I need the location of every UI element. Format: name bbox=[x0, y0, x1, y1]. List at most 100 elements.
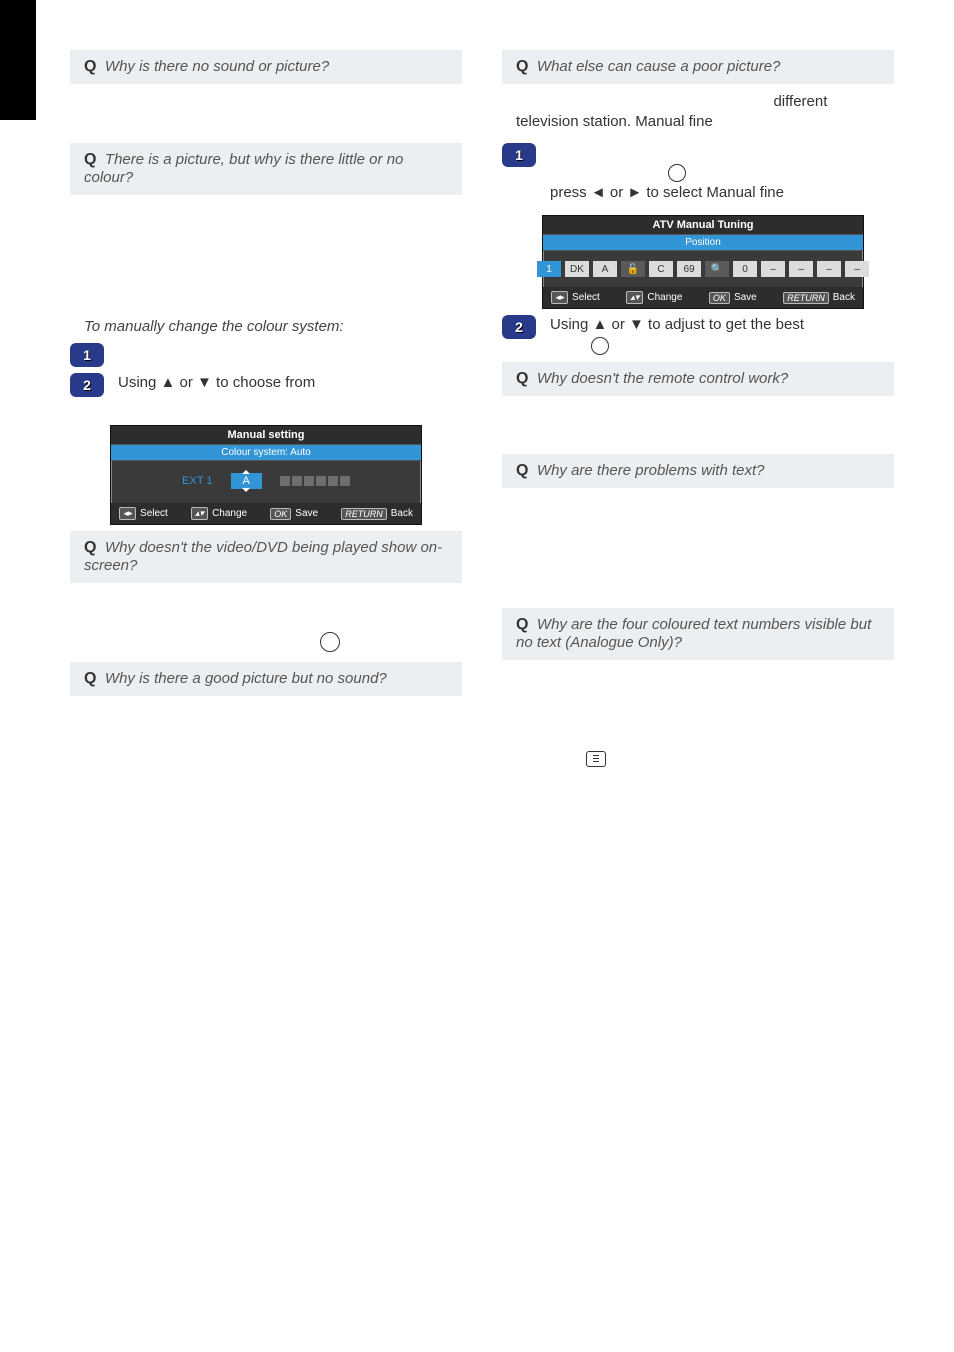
answer-block: A Check all lead connections. Sound may … bbox=[70, 696, 462, 749]
answer-block: A Good performance of text depends on a … bbox=[502, 488, 894, 601]
q-text: What else can cause a poor picture? bbox=[537, 58, 780, 75]
a-label: A bbox=[84, 92, 95, 112]
q-text: Why are the four coloured text numbers v… bbox=[516, 616, 871, 651]
answer-block: A Text has been selected while viewing a… bbox=[502, 660, 894, 773]
cell-band[interactable]: C bbox=[649, 261, 673, 277]
q-text: Why is there a good picture but no sound… bbox=[105, 670, 387, 687]
question-band: Q Why is there no sound or picture? bbox=[70, 50, 462, 84]
answer-text: Check all lead connections. Sound may ha… bbox=[84, 705, 440, 742]
q-label: Q bbox=[516, 462, 528, 480]
manual-setting-dialog: Manual setting Colour system: Auto EXT 1… bbox=[110, 425, 422, 525]
a-label: A bbox=[516, 496, 527, 516]
question-band: Q Why is there a good picture but no sou… bbox=[70, 662, 462, 696]
dialog-subtitle: Position bbox=[543, 235, 863, 251]
cell-system[interactable]: DK bbox=[565, 261, 589, 277]
a-label: A bbox=[84, 203, 95, 223]
question-band: Q Why are the four coloured text numbers… bbox=[502, 608, 894, 660]
q-text: There is a picture, but why is there lit… bbox=[84, 151, 403, 186]
question-band: Q There is a picture, but why is there l… bbox=[70, 143, 462, 195]
ok-icon: OK bbox=[591, 337, 609, 355]
step-row: 2 Using ▲ or ▼ to choose from Auto, PAL,… bbox=[70, 373, 462, 414]
a-label: A bbox=[84, 591, 95, 611]
dialog-subtitle: Colour system: Auto bbox=[111, 445, 421, 461]
footer-change: Change bbox=[647, 292, 682, 303]
step-text: Using ▲ or ▼ to choose from Auto, PAL, S… bbox=[118, 373, 462, 414]
ok-key-icon: OK bbox=[709, 292, 730, 304]
step-row: 2 Using ▲ or ▼ to adjust to get the best… bbox=[502, 315, 894, 356]
question-band: Q Why are there problems with text? bbox=[502, 454, 894, 488]
answer-block: A Check the television is not in standby… bbox=[70, 84, 462, 137]
left-column: Q Why is there no sound or picture? A Ch… bbox=[70, 40, 462, 773]
dialog-title: Manual setting bbox=[111, 426, 421, 445]
footer-select: Select bbox=[572, 292, 600, 303]
footer-back: Back bbox=[833, 292, 855, 303]
dialog-dots bbox=[280, 476, 350, 486]
q-label: Q bbox=[84, 151, 96, 169]
step-number-badge: 1 bbox=[70, 343, 104, 367]
footer-back: Back bbox=[391, 508, 413, 519]
question-band: Q Why doesn't the remote control work? bbox=[502, 362, 894, 396]
dialog-body: 1 DK A 🔓 C 69 🔍 0 – – – – bbox=[543, 251, 863, 287]
answer-text: Text has been selected while viewing an … bbox=[516, 669, 878, 767]
step-text: Using ▲ or ▼ to adjust to get the best p… bbox=[550, 315, 894, 356]
q-label: Q bbox=[84, 539, 96, 557]
q-label: Q bbox=[516, 370, 528, 388]
q-label: Q bbox=[84, 670, 96, 688]
nav-key-icon: ▴▾ bbox=[191, 507, 208, 520]
cell-colour-system[interactable]: A bbox=[593, 261, 617, 277]
answer-text: Check that the batteries are not dead or… bbox=[516, 405, 857, 442]
q-label: Q bbox=[516, 58, 528, 76]
a-label: A bbox=[516, 404, 527, 424]
sub-instruction: To manually change the colour system: bbox=[84, 318, 462, 335]
footer-select: Select bbox=[140, 508, 168, 519]
step-row: 1 From the Setup menu, select Manual set… bbox=[70, 343, 462, 367]
answer-text: Make sure the video recorder or DVD play… bbox=[84, 592, 438, 650]
cell-name[interactable]: – bbox=[761, 261, 785, 277]
question-band: Q What else can cause a poor picture? bbox=[502, 50, 894, 84]
nav-key-icon: ◂▸ bbox=[119, 507, 136, 520]
dialog-footer: ◂▸Select ▴▾Change OKSave RETURNBack bbox=[543, 287, 863, 308]
dialog-footer: ◂▸ Select ▴▾ Change OK Save RETURN Back bbox=[111, 503, 421, 524]
q-label: Q bbox=[516, 616, 528, 634]
dialog-row-label: EXT 1 bbox=[182, 475, 212, 487]
footer-change: Change bbox=[212, 508, 247, 519]
ok-key-icon: OK bbox=[270, 508, 291, 520]
step-text: Select the ATV Manual Tuning menu. Highl… bbox=[550, 143, 894, 204]
ok-icon: OK bbox=[668, 164, 686, 182]
answer-block: A Interference or a weak signal. Try a d… bbox=[502, 84, 894, 137]
nav-key-icon: ▴▾ bbox=[626, 291, 643, 304]
a-label: A bbox=[516, 668, 527, 688]
cell-name[interactable]: – bbox=[789, 261, 813, 277]
q-text: Why doesn't the video/DVD being played s… bbox=[84, 539, 442, 574]
cell-search-icon[interactable]: 🔍 bbox=[705, 261, 729, 277]
q-text: Why is there no sound or picture? bbox=[105, 58, 329, 75]
step-text: From the Setup menu, select Manual setti… bbox=[118, 343, 462, 363]
cell-lock-icon[interactable]: 🔓 bbox=[621, 261, 645, 277]
step-number-badge: 1 bbox=[502, 143, 536, 167]
nav-key-icon: ◂▸ bbox=[551, 291, 568, 304]
return-key-icon: RETURN bbox=[783, 292, 829, 304]
q-text: Why are there problems with text? bbox=[537, 462, 765, 479]
teletext-icon bbox=[586, 751, 606, 767]
return-key-icon: RETURN bbox=[341, 508, 387, 520]
cell-offset[interactable]: 0 bbox=[733, 261, 757, 277]
footer-save: Save bbox=[295, 508, 318, 519]
step-number-badge: 2 bbox=[70, 373, 104, 397]
cell-name[interactable]: – bbox=[845, 261, 869, 277]
input-source-icon: ⊕ bbox=[320, 632, 340, 652]
answer-text: When using an external source, for insta… bbox=[84, 204, 447, 302]
step-number-badge: 2 bbox=[502, 315, 536, 339]
cell-position[interactable]: 1 bbox=[537, 261, 561, 277]
a-label: A bbox=[84, 704, 95, 724]
answer-block: A Make sure the video recorder or DVD pl… bbox=[70, 583, 462, 656]
question-band: Q Why doesn't the video/DVD being played… bbox=[70, 531, 462, 583]
answer-text: Check the television is not in standby m… bbox=[84, 93, 442, 130]
cell-name[interactable]: – bbox=[817, 261, 841, 277]
cell-channel[interactable]: 69 bbox=[677, 261, 701, 277]
dialog-body: EXT 1 A bbox=[111, 461, 421, 503]
atv-tuning-dialog: ATV Manual Tuning Position 1 DK A 🔓 C 69… bbox=[542, 215, 864, 309]
dialog-row-value[interactable]: A bbox=[231, 473, 262, 489]
answer-text: Good performance of text depends on a go… bbox=[516, 497, 878, 595]
answer-block: A Check that the batteries are not dead … bbox=[502, 396, 894, 449]
q-label: Q bbox=[84, 58, 96, 76]
